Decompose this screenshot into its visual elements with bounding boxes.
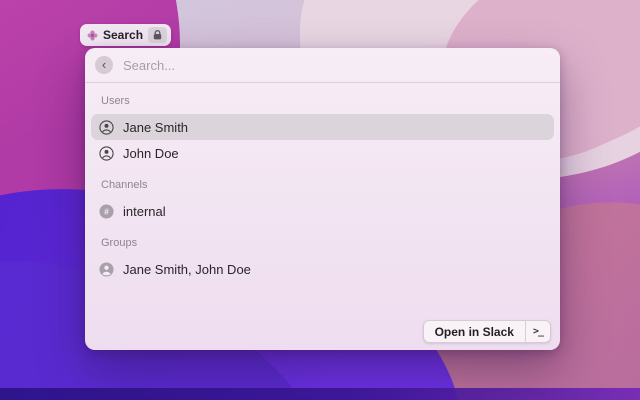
- shortcut-key-icon: >_: [524, 321, 550, 342]
- list-item-user[interactable]: John Doe: [91, 140, 554, 166]
- person-circle-icon: [99, 145, 114, 161]
- section-label-groups: Groups: [101, 237, 138, 249]
- section-label-channels: Channels: [101, 179, 148, 191]
- app-flower-icon: [87, 30, 98, 41]
- open-in-slack-label: Open in Slack: [434, 324, 514, 339]
- list-item-label: John Doe: [123, 145, 179, 161]
- lock-badge: [148, 27, 168, 43]
- search-input[interactable]: [123, 57, 550, 73]
- list-item-label: Jane Smith, John Doe: [123, 261, 251, 277]
- chevron-left-icon: ‹: [101, 56, 107, 72]
- list-item-label: Jane Smith: [123, 119, 189, 135]
- list-item-group[interactable]: Jane Smith, John Doe: [91, 256, 554, 282]
- lock-icon: [153, 30, 162, 40]
- wallpaper-shape: [0, 388, 640, 400]
- person-circle-icon: [99, 119, 114, 135]
- window-title: Search: [103, 28, 144, 42]
- window-title-tab[interactable]: Search: [80, 24, 172, 46]
- open-in-slack-button[interactable]: Open in Slack >_: [422, 320, 551, 343]
- list-item-label: internal: [123, 203, 166, 219]
- list-item-channel[interactable]: # internal: [91, 198, 554, 224]
- section-label-users: Users: [101, 95, 130, 107]
- search-header: ‹: [85, 48, 560, 83]
- list-item-user[interactable]: Jane Smith: [91, 114, 554, 140]
- search-panel-window: ‹ Users Jane Smith John Doe Channels: [85, 48, 560, 350]
- person-circle-fill-icon: [99, 261, 114, 277]
- svg-text:#: #: [104, 206, 109, 216]
- hash-circle-icon: #: [99, 203, 114, 219]
- back-button[interactable]: ‹: [95, 56, 113, 74]
